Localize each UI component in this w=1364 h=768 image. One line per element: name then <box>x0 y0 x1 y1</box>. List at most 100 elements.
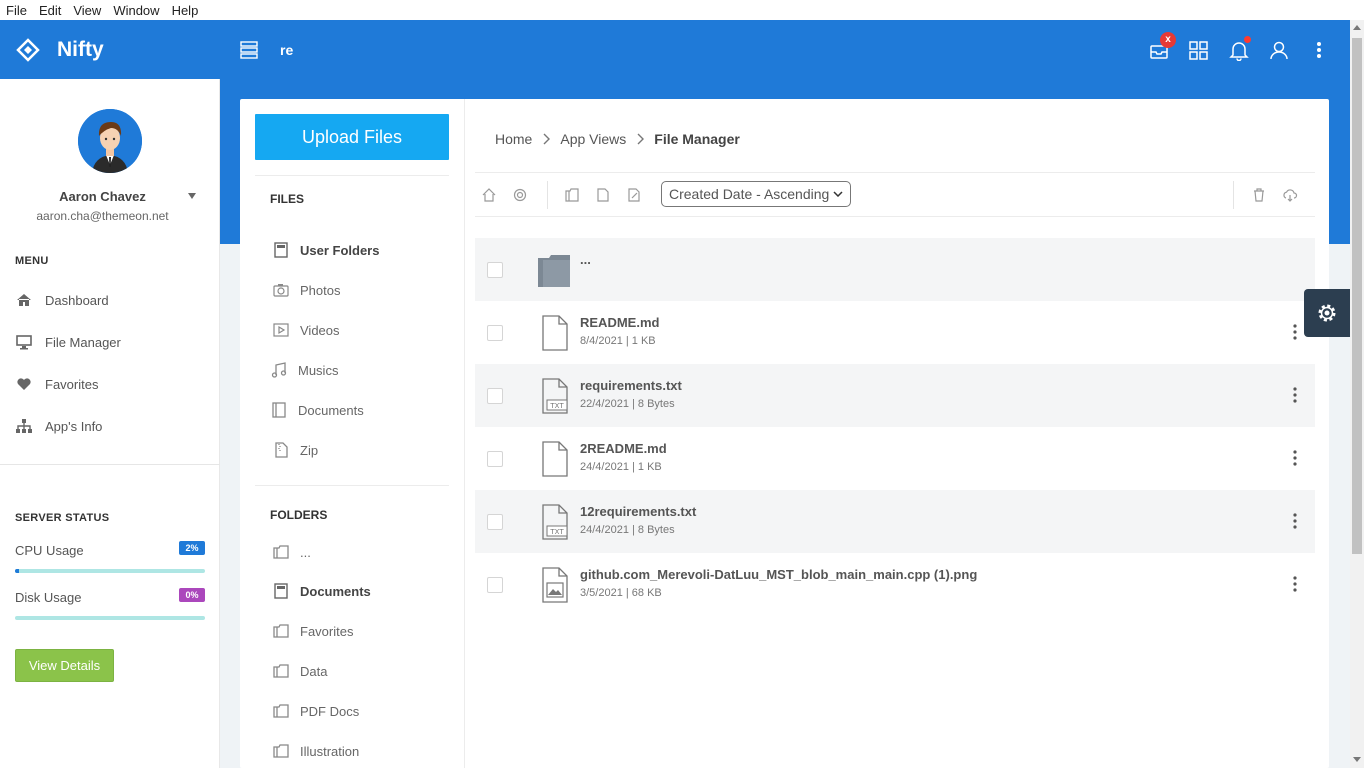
sidebar: Aaron Chavez aaron.cha@themeon.net MENU … <box>0 79 220 768</box>
file-row-checkbox[interactable] <box>487 577 503 593</box>
user-icon[interactable] <box>1268 39 1290 61</box>
home-icon[interactable] <box>481 187 497 203</box>
sitemap-icon <box>16 419 32 433</box>
menu-edit[interactable]: Edit <box>33 3 67 18</box>
cpu-usage-badge: 2% <box>179 541 205 555</box>
file-meta: 22/4/2021 | 8 Bytes <box>580 398 675 410</box>
files-item-photos[interactable]: Photos <box>272 280 340 300</box>
trash-icon[interactable] <box>1251 187 1267 203</box>
files-item-user-folders[interactable]: User Folders <box>272 240 379 260</box>
page-scrollbar[interactable] <box>1350 20 1364 768</box>
folder-icon <box>273 664 289 678</box>
file-name: requirements.txt <box>580 378 682 393</box>
folder-icon <box>273 744 289 758</box>
toolbar-separator <box>1233 181 1234 209</box>
scroll-up-icon[interactable] <box>1353 25 1361 30</box>
file-row-2readme[interactable]: 2README.md 24/4/2021 | 1 KB <box>475 427 1315 490</box>
avatar[interactable] <box>78 109 142 173</box>
menu-toggle-icon[interactable] <box>240 41 260 59</box>
view-details-button[interactable]: View Details <box>15 649 114 682</box>
breadcrumb-home[interactable]: Home <box>495 131 532 147</box>
file-row-png[interactable]: github.com_Merevoli-DatLuu_MST_blob_main… <box>475 553 1315 616</box>
folders-divider <box>255 485 449 486</box>
files-item-musics[interactable]: Musics <box>270 360 338 380</box>
folder-icon <box>538 255 570 287</box>
more-vertical-icon[interactable] <box>1289 449 1301 467</box>
avatar-illustration <box>78 109 142 173</box>
refresh-icon[interactable] <box>512 187 528 203</box>
folder-item-pdf-docs[interactable]: PDF Docs <box>272 701 359 721</box>
file-row-checkbox[interactable] <box>487 262 503 278</box>
brand[interactable]: Nifty <box>0 20 220 79</box>
toolbar-separator <box>547 181 548 209</box>
menu-window[interactable]: Window <box>107 3 165 18</box>
brand-name: Nifty <box>57 37 104 61</box>
breadcrumb-app-views[interactable]: App Views <box>560 131 626 147</box>
more-vertical-icon[interactable] <box>1308 39 1330 61</box>
folder-item-parent[interactable]: ... <box>272 542 311 562</box>
chevron-right-icon <box>637 133 645 145</box>
file-row-checkbox[interactable] <box>487 451 503 467</box>
chevron-down-icon <box>833 191 843 197</box>
scrollbar-thumb[interactable] <box>1352 38 1362 554</box>
folder-item-label: Favorites <box>300 623 354 639</box>
files-item-label: Zip <box>300 442 319 458</box>
files-item-zip[interactable]: Zip <box>272 440 318 460</box>
user-email: aaron.cha@themeon.net <box>36 209 169 223</box>
folder-item-label: Illustration <box>300 743 360 759</box>
sidebar-item-apps-info[interactable]: App's Info <box>15 416 102 436</box>
more-vertical-icon[interactable] <box>1289 323 1301 341</box>
user-name[interactable]: Aaron Chavez <box>0 189 205 204</box>
more-vertical-icon[interactable] <box>1289 575 1301 593</box>
upload-files-button[interactable]: Upload Files <box>255 114 449 160</box>
more-vertical-icon[interactable] <box>1289 512 1301 530</box>
files-item-documents[interactable]: Documents <box>270 400 364 420</box>
menu-help[interactable]: Help <box>166 3 205 18</box>
apps-grid-icon[interactable] <box>1188 39 1210 61</box>
sidebar-item-label: App's Info <box>45 418 103 434</box>
files-item-label: User Folders <box>300 242 380 258</box>
more-vertical-icon[interactable] <box>1289 386 1301 404</box>
scroll-down-icon[interactable] <box>1353 757 1361 762</box>
header-search-text[interactable]: re <box>280 42 293 58</box>
menu-file[interactable]: File <box>0 3 33 18</box>
folder-item-illustration[interactable]: Illustration <box>272 741 359 761</box>
txt-file-icon: TXT <box>542 504 568 540</box>
folder-item-favorites[interactable]: Favorites <box>272 621 353 641</box>
bell-alert-dot <box>1244 36 1251 43</box>
menu-section-title: MENU <box>15 255 49 267</box>
file-toolbar: Created Date - Ascending <box>475 173 1315 217</box>
files-item-videos[interactable]: Videos <box>272 320 340 340</box>
chevron-right-icon <box>543 133 551 145</box>
file-row-checkbox[interactable] <box>487 388 503 404</box>
folder-item-label: Data <box>300 663 328 679</box>
file-name: github.com_Merevoli-DatLuu_MST_blob_main… <box>580 567 978 582</box>
sidebar-item-dashboard[interactable]: Dashboard <box>15 290 109 310</box>
file-row-requirements[interactable]: TXT requirements.txt 22/4/2021 | 8 Bytes <box>475 364 1315 427</box>
user-dropdown-caret-icon[interactable] <box>188 193 196 199</box>
svg-text:TXT: TXT <box>549 528 564 536</box>
settings-button[interactable] <box>1304 289 1350 337</box>
folder-icon <box>273 545 289 559</box>
sidebar-item-favorites[interactable]: Favorites <box>15 374 98 394</box>
menu-view[interactable]: View <box>67 3 107 18</box>
edit-file-icon[interactable] <box>626 187 642 203</box>
folder-item-data[interactable]: Data <box>272 661 327 681</box>
sort-select[interactable]: Created Date - Ascending <box>661 181 851 207</box>
sort-select-value: Created Date - Ascending <box>669 186 830 202</box>
folders-section-title: FOLDERS <box>270 508 328 522</box>
cloud-download-icon[interactable] <box>1282 187 1298 203</box>
new-folder-icon[interactable] <box>564 187 580 203</box>
new-file-icon[interactable] <box>595 187 611 203</box>
file-row-checkbox[interactable] <box>487 514 503 530</box>
file-row-12requirements[interactable]: TXT 12requirements.txt 24/4/2021 | 8 Byt… <box>475 490 1315 553</box>
file-row-checkbox[interactable] <box>487 325 503 341</box>
cpu-usage-fill <box>15 569 19 573</box>
file-name: ... <box>580 252 591 267</box>
file-row-readme[interactable]: README.md 8/4/2021 | 1 KB <box>475 301 1315 364</box>
file-row-parent-folder[interactable]: ... <box>475 238 1315 301</box>
folder-item-documents[interactable]: Documents <box>272 581 371 601</box>
sidebar-item-file-manager[interactable]: File Manager <box>15 332 121 352</box>
file-meta: 24/4/2021 | 1 KB <box>580 461 662 473</box>
folder-item-label: PDF Docs <box>300 703 360 719</box>
